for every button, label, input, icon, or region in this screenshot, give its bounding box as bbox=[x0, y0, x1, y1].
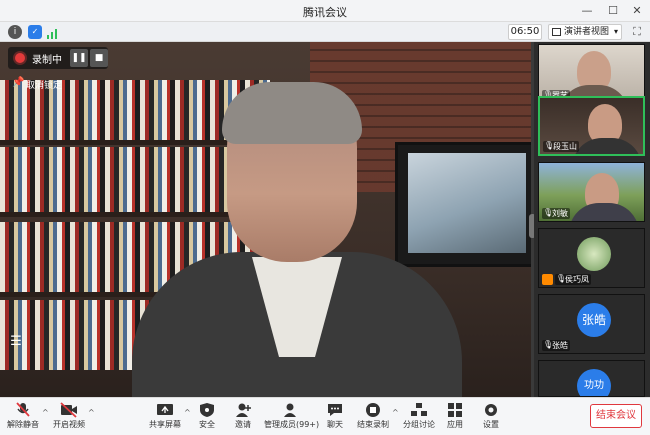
unmute-label: 解除静音 bbox=[7, 420, 39, 429]
share-screen-icon bbox=[156, 402, 174, 418]
chevron-up-icon[interactable]: ^ bbox=[88, 408, 95, 417]
participant-tile[interactable]: 🎙 段玉山 bbox=[538, 96, 645, 156]
apps-label: 应用 bbox=[447, 420, 463, 429]
end-meeting-button[interactable]: 结束会议 bbox=[590, 404, 642, 428]
participant-tile[interactable]: 功功 bbox=[538, 360, 645, 397]
unpin-button[interactable]: 📌 取消锁定 bbox=[12, 77, 63, 91]
apps-grid-icon bbox=[446, 402, 464, 418]
chat-icon bbox=[326, 402, 344, 418]
start-video-button[interactable]: 开启视频 bbox=[52, 400, 86, 434]
main-speaker-video[interactable]: 录制中 ❚❚ ■ 📌 取消锁定 ☰ bbox=[0, 42, 534, 397]
stop-recording-button[interactable]: ■ bbox=[90, 49, 108, 67]
participant-tile[interactable]: 🎙 刘敏 bbox=[538, 162, 645, 222]
add-user-icon bbox=[234, 402, 252, 418]
speaker-figure bbox=[132, 82, 462, 397]
stop-record-icon bbox=[364, 402, 382, 418]
meeting-info-bar: i ✓ 06:50 演讲者视图 ▾ ⛶ bbox=[0, 22, 650, 42]
view-mode-dropdown[interactable]: 演讲者视图 ▾ bbox=[548, 24, 622, 40]
participant-name: 🎙 侯巧凤 bbox=[555, 274, 591, 285]
breakout-icon bbox=[410, 402, 428, 418]
maximize-icon[interactable]: ☐ bbox=[604, 2, 622, 20]
chevron-down-icon: ▾ bbox=[613, 27, 618, 36]
close-icon[interactable]: ✕ bbox=[628, 2, 646, 20]
security-button[interactable]: 安全 bbox=[196, 400, 218, 434]
pause-recording-button[interactable]: ❚❚ bbox=[70, 49, 88, 67]
info-icon[interactable]: i bbox=[8, 25, 22, 39]
recording-label: 录制中 bbox=[32, 55, 62, 66]
security-label: 安全 bbox=[199, 420, 215, 429]
host-badge-icon bbox=[542, 274, 553, 285]
share-screen-button[interactable]: 共享屏幕 bbox=[148, 400, 182, 434]
mic-icon: 🎙 bbox=[556, 274, 567, 283]
view-mode-label: 演讲者视图 bbox=[564, 27, 610, 37]
unmute-button[interactable]: 解除静音 bbox=[6, 400, 40, 434]
pin-icon: 📌 bbox=[12, 77, 25, 88]
chat-label: 聊天 bbox=[327, 420, 343, 429]
member-list-toggle-icon[interactable]: ☰ bbox=[6, 332, 26, 352]
settings-label: 设置 bbox=[483, 420, 499, 429]
chevron-up-icon[interactable]: ^ bbox=[184, 408, 191, 417]
end-recording-label: 结束录制 bbox=[357, 420, 389, 429]
mic-icon: 🎙 bbox=[544, 141, 555, 150]
bottom-toolbar: 解除静音 ^ 开启视频 ^ 共享屏幕 ^ 安全 邀请 管理成员(99+) 聊天 … bbox=[0, 397, 650, 435]
participant-avatar: 功功 bbox=[577, 369, 611, 396]
shield-icon[interactable]: ✓ bbox=[28, 25, 42, 39]
participant-thumbnail-list: 🎙罗艺 🎙段玉山 🎙刘敏 🎙侯巧凤 张皓 🎙张皓 功功 bbox=[534, 42, 650, 397]
title-bar: 腾讯会议 — ☐ ✕ bbox=[0, 0, 650, 22]
participant-name: 🎙 张皓 bbox=[542, 340, 570, 351]
signal-icon[interactable] bbox=[46, 25, 60, 39]
manage-members-label: 管理成员(99+) bbox=[264, 420, 320, 429]
apps-button[interactable]: 应用 bbox=[444, 400, 466, 434]
participant-name: 🎙 段玉山 bbox=[543, 141, 579, 152]
share-screen-label: 共享屏幕 bbox=[149, 420, 181, 429]
chevron-up-icon[interactable]: ^ bbox=[392, 408, 399, 417]
manage-members-button[interactable]: 管理成员(99+) bbox=[264, 400, 320, 434]
mic-muted-icon bbox=[14, 402, 32, 418]
participant-name: 🎙 刘敏 bbox=[542, 208, 570, 219]
chat-button[interactable]: 聊天 bbox=[324, 400, 346, 434]
end-recording-button[interactable]: 结束录制 bbox=[356, 400, 390, 434]
participant-avatar: 张皓 bbox=[577, 303, 611, 337]
breakout-label: 分组讨论 bbox=[403, 420, 435, 429]
invite-label: 邀请 bbox=[235, 420, 251, 429]
chevron-up-icon[interactable]: ^ bbox=[42, 408, 49, 417]
gear-icon bbox=[482, 402, 500, 418]
window-title: 腾讯会议 bbox=[303, 6, 347, 19]
record-icon bbox=[15, 53, 25, 63]
participant-avatar bbox=[577, 237, 611, 271]
meeting-timer: 06:50 bbox=[508, 24, 542, 40]
recording-indicator: 录制中 ❚❚ ■ bbox=[8, 47, 108, 69]
unpin-label: 取消锁定 bbox=[26, 81, 63, 91]
fullscreen-icon[interactable]: ⛶ bbox=[630, 25, 644, 39]
breakout-rooms-button[interactable]: 分组讨论 bbox=[402, 400, 436, 434]
start-video-label: 开启视频 bbox=[53, 420, 85, 429]
layout-icon bbox=[552, 28, 561, 36]
participant-tile[interactable]: 张皓 🎙 张皓 bbox=[538, 294, 645, 354]
shield-icon bbox=[198, 402, 216, 418]
minimize-icon[interactable]: — bbox=[578, 2, 596, 20]
mic-icon: 🎙 bbox=[543, 340, 554, 349]
participant-tile[interactable]: 🎙 侯巧凤 bbox=[538, 228, 645, 288]
camera-off-icon bbox=[60, 402, 78, 418]
mic-icon: 🎙 bbox=[543, 208, 554, 217]
settings-button[interactable]: 设置 bbox=[480, 400, 502, 434]
participant-tile[interactable]: 🎙罗艺 bbox=[538, 44, 645, 104]
members-icon bbox=[281, 402, 299, 418]
invite-button[interactable]: 邀请 bbox=[232, 400, 254, 434]
